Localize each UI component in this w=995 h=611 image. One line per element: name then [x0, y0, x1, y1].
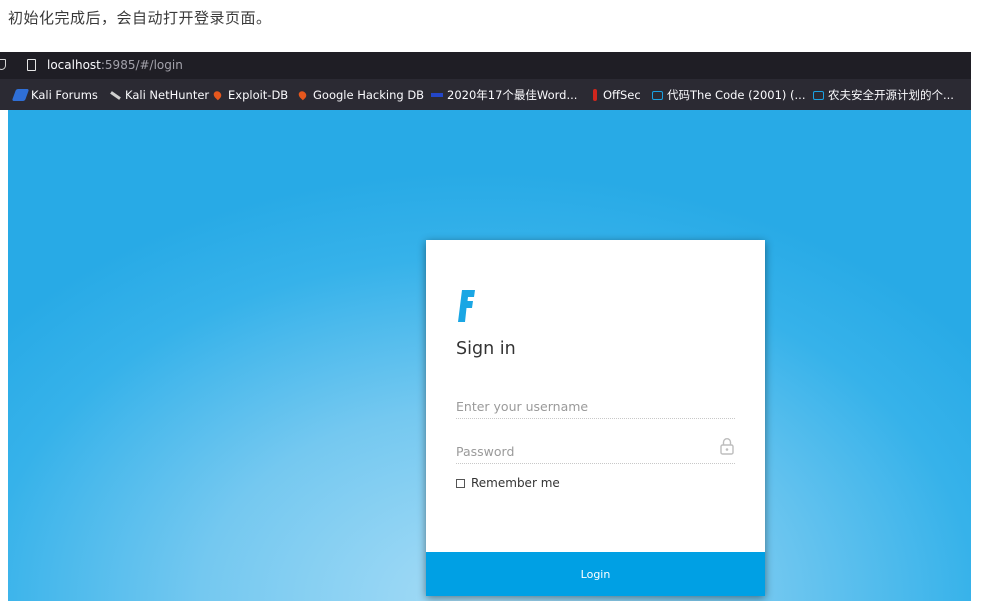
remember-me-checkbox[interactable]: [456, 478, 465, 488]
lock-icon: [720, 438, 734, 455]
bookmark-label: Google Hacking DB: [313, 88, 425, 102]
bookmark-label: Kali Forums: [31, 88, 98, 102]
bookmark-label: Kali NetHunter: [125, 88, 210, 102]
url-host: localhost: [47, 58, 101, 72]
bookmark-bar-icon: [431, 93, 443, 97]
login-button[interactable]: Login: [426, 552, 765, 596]
bookmark-label: 2020年17个最佳Word...: [447, 88, 578, 102]
bookmark-the-code[interactable]: 代码The Code (2001) (...: [652, 87, 806, 103]
login-page-background: Sign in Remember me Login: [8, 110, 971, 601]
exploitdb-icon: [212, 89, 223, 101]
page-caption: 初始化完成后，会自动打开登录页面。: [8, 9, 272, 27]
shield-icon[interactable]: [0, 59, 6, 70]
username-input[interactable]: [456, 394, 735, 419]
sign-in-title: Sign in: [456, 339, 516, 359]
bookmark-kali-nethunter[interactable]: Kali NetHunter: [110, 87, 209, 103]
address-bar[interactable]: localhost:5985/#/login: [0, 52, 971, 79]
page-icon: [27, 59, 36, 71]
brand-f-logo-icon: [458, 290, 475, 322]
url-text[interactable]: localhost:5985/#/login: [47, 58, 183, 72]
password-input[interactable]: [456, 439, 735, 464]
bookmark-offsec[interactable]: OffSec: [593, 87, 641, 103]
nethunter-icon: [110, 90, 121, 100]
bookmark-exploit-db[interactable]: Exploit-DB: [212, 87, 289, 103]
ghdb-icon: [297, 89, 308, 101]
kali-icon: [11, 89, 30, 101]
bookmark-label: 代码The Code (2001) (...: [667, 88, 806, 102]
bookmark-nongfu-security[interactable]: 农夫安全开源计划的个...: [813, 87, 954, 103]
bookmarks-bar: Kali Forums Kali NetHunter Exploit-DB Go…: [0, 79, 971, 110]
bookmark-label: 农夫安全开源计划的个...: [828, 88, 954, 102]
remember-me[interactable]: Remember me: [456, 476, 560, 490]
login-card: Sign in Remember me Login: [426, 240, 765, 596]
bookmark-word-themes[interactable]: 2020年17个最佳Word...: [431, 87, 577, 103]
offsec-icon: [593, 89, 597, 101]
bookmark-label: Exploit-DB: [228, 88, 289, 102]
url-path: :5985/#/login: [100, 58, 183, 72]
bookmark-google-hacking-db[interactable]: Google Hacking DB: [297, 87, 425, 103]
remember-me-label: Remember me: [471, 476, 560, 490]
bilibili-icon: [652, 90, 663, 100]
browser-screenshot: localhost:5985/#/login Kali Forums Kali …: [0, 52, 971, 601]
bookmark-label: OffSec: [603, 88, 641, 102]
bilibili-icon: [813, 90, 824, 100]
bookmark-kali-forums[interactable]: Kali Forums: [11, 87, 98, 103]
